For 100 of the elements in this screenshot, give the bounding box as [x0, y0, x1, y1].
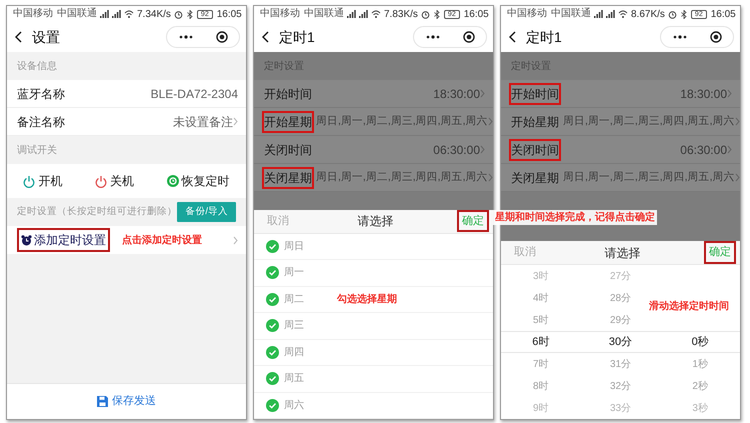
weekday-option[interactable]: 周日 — [254, 234, 493, 260]
weekday-option[interactable]: 周四 — [254, 340, 493, 366]
bluetooth-icon — [680, 10, 687, 18]
weekday-label: 周六 — [284, 398, 304, 413]
wheel-option[interactable]: 8时 — [533, 375, 549, 397]
weekday-label: 周三 — [284, 319, 304, 334]
wheel-option[interactable]: 4时 — [533, 287, 549, 309]
target-icon[interactable] — [462, 31, 474, 43]
weekday-label: 周五 — [284, 372, 304, 386]
restore-button[interactable]: 恢复定时 — [164, 172, 232, 190]
signal-icon — [100, 10, 109, 18]
alarm-icon — [420, 10, 430, 18]
field-label: 关闭时间 — [264, 142, 312, 158]
field-value: 周日,周一,周二,周三,周四,周五,周六 — [563, 114, 735, 129]
wheel-option[interactable]: 28分 — [610, 287, 632, 309]
confirm-button[interactable]: 确定 — [459, 212, 487, 230]
carrier-name: 中国联通 — [304, 9, 344, 19]
carrier-name: 中国移动 — [507, 9, 547, 19]
back-icon[interactable] — [15, 31, 22, 43]
clock-time: 16:05 — [216, 8, 242, 22]
chevron-icon — [488, 117, 493, 126]
wheel-option[interactable]: 1秒 — [692, 353, 708, 375]
back-icon[interactable] — [509, 31, 516, 43]
picker-title: 请选择 — [358, 213, 394, 230]
chevron-icon — [727, 89, 732, 98]
field-value: 18:30:00 — [433, 86, 480, 102]
more-icon[interactable] — [426, 35, 440, 39]
signal-icon — [606, 10, 615, 18]
wheel-option[interactable]: 2秒 — [692, 375, 708, 397]
annotation-text: 星期和时间选择完成，记得点击确定 — [493, 210, 657, 225]
cancel-button[interactable]: 取消 — [511, 243, 539, 262]
chevron-icon — [480, 89, 485, 98]
more-icon[interactable] — [178, 35, 192, 39]
wheel-option[interactable]: 3秒 — [692, 397, 708, 419]
weekday-option[interactable]: 周三 — [254, 313, 493, 340]
weekday-option[interactable]: 周五 — [254, 366, 493, 392]
network-speed: 7.34K/s — [137, 8, 171, 22]
target-icon[interactable] — [710, 31, 722, 43]
wheel-option[interactable]: 30分 — [580, 331, 660, 353]
alarm-icon — [174, 10, 183, 18]
weekday-label: 周日 — [284, 240, 304, 254]
add-timer-row[interactable]: 添加定时设置 点击添加定时设置 — [7, 226, 246, 254]
field-value: BLE-DA72-2304 — [150, 86, 238, 102]
weekday-option[interactable]: 周一 — [254, 260, 493, 286]
section-label: 调试开关 — [16, 144, 58, 158]
field-value: 周日,周一,周二,周三,周四,周五,周六 — [563, 170, 735, 185]
signal-icon — [347, 10, 356, 18]
section-label: 定时设置（长按定时组可进行删除） — [17, 204, 177, 219]
network-speed: 8.67K/s — [631, 8, 665, 22]
cancel-button[interactable]: 取消 — [264, 212, 292, 230]
signal-icon — [359, 10, 368, 18]
field-value: 06:30:00 — [433, 142, 480, 158]
field-label: 关闭星期 — [264, 168, 312, 186]
carrier-name: 中国联通 — [551, 9, 591, 19]
field-label: 关闭时间 — [511, 140, 559, 158]
more-icon[interactable] — [672, 35, 686, 39]
wheel-option[interactable]: 27分 — [610, 265, 632, 287]
bluetooth-icon — [186, 10, 193, 18]
wheel-option[interactable]: 33分 — [610, 397, 632, 419]
save-icon — [97, 396, 108, 407]
field-value: 未设置备注 — [173, 114, 233, 130]
weekday-option[interactable]: 周二 勾选选择星期 — [254, 286, 493, 313]
wheel-option[interactable]: 7时 — [533, 353, 549, 375]
wheel-option[interactable]: 32分 — [610, 375, 632, 397]
weekday-label: 周二 — [284, 292, 304, 307]
wheel-option[interactable]: 6时 — [501, 331, 581, 353]
power-button[interactable]: 开机 — [21, 172, 64, 190]
page-title: 定时1 — [526, 28, 562, 46]
carrier-name: 中国联通 — [57, 9, 97, 19]
power-button[interactable]: 关机 — [92, 172, 136, 190]
chevron-icon — [727, 145, 732, 154]
wheel-option[interactable]: 3时 — [533, 265, 549, 287]
picker-title: 请选择 — [604, 244, 640, 262]
target-icon[interactable] — [216, 31, 228, 43]
wheel-option[interactable]: 29分 — [610, 309, 632, 331]
signal-icon — [594, 10, 603, 18]
carrier-name: 中国移动 — [13, 9, 53, 19]
wifi-icon — [124, 10, 134, 18]
field-label: 开始时间 — [511, 84, 559, 102]
confirm-button[interactable]: 确定 — [706, 243, 734, 262]
chevron-icon — [734, 173, 740, 182]
save-send-button[interactable]: 保存发送 — [91, 392, 162, 411]
carrier-name: 中国移动 — [260, 9, 300, 19]
wheel-option[interactable]: 5时 — [533, 309, 549, 331]
field-label: 关闭星期 — [511, 170, 559, 186]
backup-import-button[interactable]: 备份/导入 — [177, 202, 236, 222]
field-value: 18:30:00 — [680, 86, 727, 102]
field-value: 06:30:00 — [680, 142, 727, 158]
add-timer-label: 添加定时设置 — [34, 232, 106, 249]
wheel-option[interactable]: 9时 — [533, 397, 549, 419]
wheel-option[interactable]: 0秒 — [660, 331, 740, 353]
field-label: 开始星期 — [511, 114, 559, 130]
wifi-icon — [618, 10, 628, 18]
chevron-icon — [233, 236, 238, 244]
weekday-option[interactable]: 周六 — [254, 392, 493, 419]
annotation-text: 点击添加定时设置 — [122, 233, 202, 248]
signal-icon — [112, 10, 121, 18]
weekday-label: 周一 — [284, 266, 304, 280]
wheel-option[interactable]: 31分 — [610, 353, 632, 375]
back-icon[interactable] — [262, 31, 269, 43]
